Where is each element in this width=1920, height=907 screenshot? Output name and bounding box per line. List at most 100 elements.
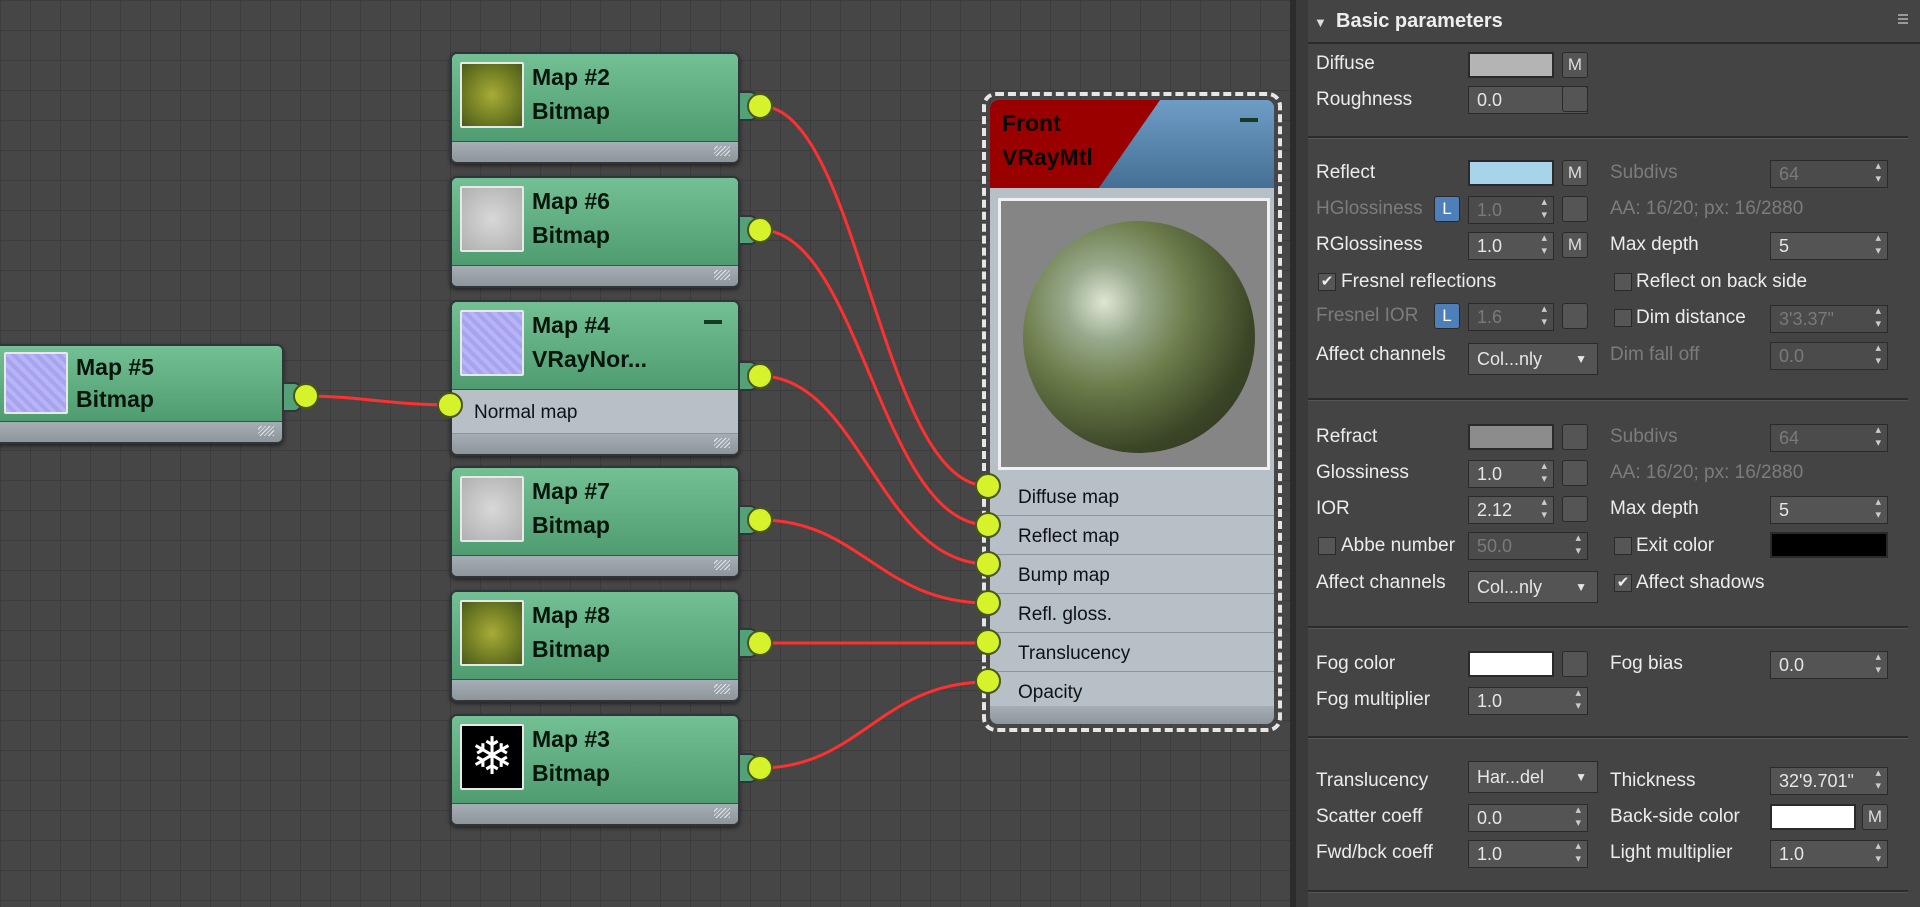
refract-subdivs-spinner[interactable]: 64 [1770,424,1888,452]
refract-map-button[interactable] [1562,424,1588,450]
bump-input-port[interactable] [975,551,1001,577]
refract-color-swatch[interactable] [1468,424,1554,450]
reflect-max-depth-spinner[interactable]: 5 [1770,232,1888,260]
node-map5[interactable]: Map #5 Bitmap [0,344,284,444]
rglossiness-label: RGlossiness [1316,234,1423,255]
map5-output-port[interactable] [293,383,319,409]
dim-distance-checkbox[interactable] [1614,309,1632,327]
map4-collapse-button[interactable] [704,320,722,324]
ior-spinner[interactable]: 2.12 [1468,496,1554,524]
diffuse-input-port[interactable] [975,473,1001,499]
node-map8[interactable]: Map #8 Bitmap [450,590,740,702]
map3-output-port[interactable] [747,755,773,781]
basic-parameters-rollout-header[interactable]: ▼ Basic parameters [1308,0,1920,44]
fog-color-swatch[interactable] [1468,651,1554,677]
map2-thumbnail [460,62,524,128]
material-collapse-button[interactable] [1240,118,1258,122]
material-slot-translucency[interactable]: Translucency [990,634,1274,672]
fog-bias-spinner[interactable]: 0.0 [1770,651,1888,679]
exit-color-checkbox[interactable] [1614,537,1632,555]
reflect-subdivs-label: Subdivs [1610,162,1678,183]
fresnel-ior-spinner[interactable]: 1.6 [1468,303,1554,331]
map3-type: Bitmap [532,760,610,786]
fresnel-ior-map-button[interactable] [1562,303,1588,329]
thickness-spinner[interactable]: 32'9.701" [1770,767,1888,795]
hglossiness-spinner[interactable]: 1.0 [1468,196,1554,224]
fog-color-map-button[interactable] [1562,651,1588,677]
fresnel-reflections-checkbox[interactable]: ✔ [1318,273,1336,291]
dim-fall-off-spinner[interactable]: 0.0 [1770,342,1888,370]
rglossiness-spinner[interactable]: 1.0 [1468,232,1554,260]
glossiness-map-button[interactable] [1562,460,1588,486]
fog-bias-label: Fog bias [1610,653,1683,674]
roughness-label: Roughness [1316,89,1413,110]
reflect-affect-channels-dropdown[interactable]: Col...nly [1468,343,1598,375]
refl-gloss-input-port[interactable] [975,590,1001,616]
node-map2[interactable]: Map #2 Bitmap [450,52,740,164]
affect-shadows-checkbox[interactable]: ✔ [1614,574,1632,592]
fwd-bck-coeff-spinner[interactable]: 1.0 [1468,840,1588,868]
ior-map-button[interactable] [1562,496,1588,522]
diffuse-color-swatch[interactable] [1468,52,1554,78]
reflect-color-swatch[interactable] [1468,160,1554,186]
material-slot-reflect[interactable]: Reflect map [990,517,1274,555]
dim-distance-spinner[interactable]: 3'3.37" [1770,305,1888,333]
material-slot-diffuse[interactable]: Diffuse map [990,478,1274,516]
reflect-map-button[interactable]: M [1562,160,1588,186]
scatter-coeff-spinner[interactable]: 0.0 [1468,804,1588,832]
node-map7[interactable]: Map #7 Bitmap [450,466,740,578]
translucency-label: Translucency [1316,770,1429,791]
reflect-input-port[interactable] [975,512,1001,538]
material-preview [998,198,1270,470]
abbe-number-spinner[interactable]: 50.0 [1468,532,1588,560]
node-editor-canvas[interactable]: Map #5 Bitmap Map #2 Bitmap Map #6 Bitma… [0,0,1290,907]
hglossiness-map-button[interactable] [1562,196,1588,222]
map7-output-port[interactable] [747,507,773,533]
node-map6[interactable]: Map #6 Bitmap [450,176,740,288]
light-multiplier-spinner[interactable]: 1.0 [1770,840,1888,868]
drag-grip-icon[interactable] [1898,14,1908,26]
map7-thumbnail [460,476,524,542]
reflect-back-side-label: Reflect on back side [1636,271,1808,292]
exit-color-swatch[interactable] [1770,532,1888,558]
abbe-number-checkbox[interactable] [1318,537,1336,555]
map6-output-port[interactable] [747,217,773,243]
opacity-input-port[interactable] [975,668,1001,694]
back-side-color-label: Back-side color [1610,806,1740,827]
map8-output-port[interactable] [747,630,773,656]
map4-slot-normal-map[interactable]: Normal map [452,390,738,434]
node-map3[interactable]: ❄ Map #3 Bitmap [450,714,740,826]
map6-name: Map #6 [532,188,610,214]
map4-normal-map-input-port[interactable] [437,392,463,418]
rglossiness-map-button[interactable]: M [1562,232,1588,258]
back-side-map-button[interactable]: M [1862,804,1888,830]
material-slot-bump[interactable]: Bump map [990,556,1274,594]
map2-output-port[interactable] [747,93,773,119]
map2-name: Map #2 [532,64,610,90]
vertical-scrollbar[interactable] [1296,0,1308,907]
refract-aa-info: AA: 16/20; px: 16/2880 [1610,462,1804,483]
dim-fall-off-label: Dim fall off [1610,344,1700,365]
fresnel-ior-label: Fresnel IOR [1316,305,1419,326]
node-map4[interactable]: Map #4 VRayNor... Normal map [450,300,740,456]
fresnel-ior-lock-button[interactable]: L [1434,303,1460,329]
glossiness-spinner[interactable]: 1.0 [1468,460,1554,488]
reflect-back-side-checkbox[interactable] [1614,273,1632,291]
translucency-input-port[interactable] [975,629,1001,655]
refract-subdivs-label: Subdivs [1610,426,1678,447]
fog-multiplier-spinner[interactable]: 1.0 [1468,687,1588,715]
refract-affect-channels-label: Affect channels [1316,572,1446,593]
glossiness-label: Glossiness [1316,462,1409,483]
scatter-coeff-label: Scatter coeff [1316,806,1423,827]
hglossiness-lock-button[interactable]: L [1434,196,1460,222]
diffuse-map-button[interactable]: M [1562,52,1588,78]
translucency-mode-dropdown[interactable]: Har...del [1468,761,1598,793]
roughness-map-button[interactable] [1562,86,1588,112]
material-slot-refl-gloss[interactable]: Refl. gloss. [990,595,1274,633]
refract-max-depth-spinner[interactable]: 5 [1770,496,1888,524]
node-material-front[interactable]: Front VRayMtl Diffuse map Reflect map Bu… [982,92,1282,732]
reflect-subdivs-spinner[interactable]: 64 [1770,160,1888,188]
back-side-color-swatch[interactable] [1770,804,1856,830]
refract-affect-channels-dropdown[interactable]: Col...nly [1468,571,1598,603]
map4-output-port[interactable] [747,363,773,389]
